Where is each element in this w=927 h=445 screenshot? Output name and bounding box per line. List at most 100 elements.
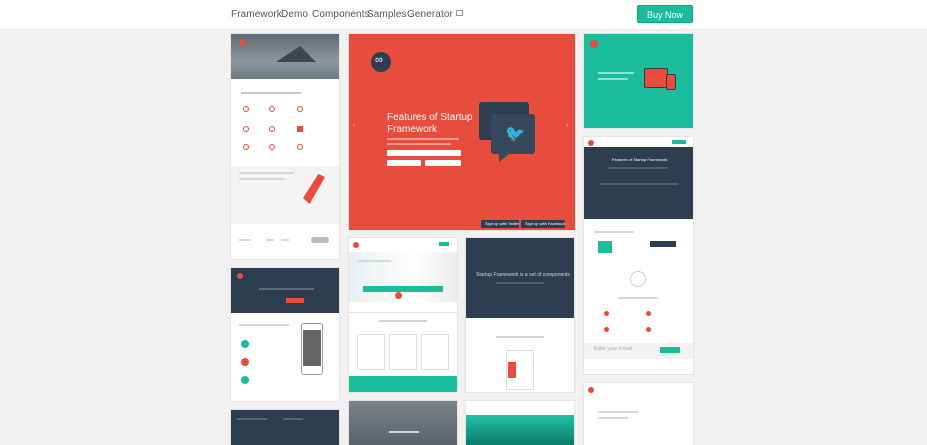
text-line (259, 288, 314, 290)
password-field (387, 160, 421, 166)
hero-sample-thumbnail[interactable]: ∞ Features of Startup Framework 🐦 ‹ › Si… (349, 34, 575, 230)
name-field (387, 150, 461, 156)
nav-link-framework[interactable]: Framework (231, 9, 282, 20)
carousel-next-icon[interactable]: › (566, 122, 568, 129)
sample-thumbnail-7[interactable] (466, 401, 574, 445)
device-screen (508, 362, 516, 378)
phone-screen (303, 330, 321, 366)
globe-icon (630, 271, 646, 287)
text-line (608, 167, 668, 169)
text-line (387, 143, 451, 145)
hero-title-line2: Framework (387, 124, 438, 135)
dark-hero (466, 238, 574, 318)
thumbnail-title: Startup Framework is a set of components (476, 272, 570, 278)
external-link-icon (455, 10, 463, 16)
logo-icon: ∞ (371, 52, 391, 72)
text-line (598, 417, 628, 419)
email-placeholder: Enter your e-mail (594, 346, 633, 352)
feature-icon (297, 126, 303, 132)
phone-icon (666, 74, 676, 90)
nav-button (439, 242, 449, 246)
hero-title-line1: Features of Startup (387, 112, 473, 123)
text-line (594, 231, 634, 233)
text-line (239, 178, 284, 180)
logo-icon (239, 39, 246, 46)
sample-thumbnail-2[interactable] (231, 268, 339, 401)
sample-thumbnail-8[interactable] (584, 34, 693, 128)
signup-bar (363, 286, 443, 292)
text-line (618, 297, 658, 299)
top-navigation-bar: Framework Demo Components Samples Genera… (0, 0, 927, 30)
illustration-icon (598, 241, 612, 253)
text-line (239, 239, 251, 241)
feature-icon (269, 126, 275, 132)
feature-icon (243, 144, 249, 150)
text-line (281, 239, 289, 241)
text-line (387, 138, 459, 140)
sample-thumbnail-9[interactable]: Features of Startup Framework Enter your… (584, 137, 693, 374)
toggle-icon (311, 237, 329, 243)
facebook-signup-label: Sign up with Facebook (525, 221, 566, 226)
logo-icon (588, 387, 594, 393)
pricing-column (389, 334, 417, 370)
facebook-signup-button[interactable]: Sign up with Facebook (521, 220, 565, 228)
tablet-icon (644, 68, 668, 88)
text-line (600, 183, 678, 185)
feature-icon (297, 144, 303, 150)
logo-icon (237, 273, 243, 279)
sample-thumbnail-1[interactable] (231, 34, 339, 259)
sample-thumbnail-3[interactable] (231, 410, 339, 445)
feature-icon (241, 340, 249, 348)
text-line (266, 239, 274, 241)
carousel-prev-icon[interactable]: ‹ (353, 122, 355, 129)
nav-link-demo[interactable]: Demo (281, 9, 308, 20)
sample-thumbnail-4[interactable] (349, 238, 457, 392)
speech-bubble-front: 🐦 (491, 114, 535, 154)
feature-icon (241, 358, 249, 366)
text-line (496, 336, 544, 338)
twitter-signup-button[interactable]: Sign up with Twitter (481, 220, 520, 228)
pricing-column (357, 334, 385, 370)
nav-link-samples[interactable]: Samples (367, 9, 407, 20)
twitter-signup-label: Sign up with Twitter (485, 221, 520, 226)
ocean-image (466, 415, 574, 445)
logo-icon (588, 140, 594, 146)
text-line (239, 324, 289, 326)
feature-icon (604, 311, 609, 316)
hotspot-icon (395, 292, 402, 299)
sample-thumbnail-5[interactable] (349, 401, 457, 445)
feature-icon (646, 311, 651, 316)
text-line (379, 320, 427, 322)
rocket-section (231, 166, 339, 224)
text-line (237, 418, 267, 420)
feature-icon (269, 106, 275, 112)
feature-icon (269, 144, 275, 150)
nav-link-components[interactable]: Components (312, 9, 370, 20)
sample-thumbnail-10[interactable] (584, 383, 693, 445)
green-footer (349, 376, 457, 392)
text-line (496, 282, 544, 284)
speech-bubble-tail (499, 154, 509, 162)
nav-link-generator[interactable]: Generator (407, 9, 463, 20)
feature-icon (243, 106, 249, 112)
cta-button (286, 298, 304, 303)
text-line (598, 72, 634, 74)
buy-now-button[interactable]: Buy Now (637, 5, 693, 23)
pricing-column (421, 334, 449, 370)
subscribe-button (660, 347, 680, 353)
text-line (598, 78, 628, 80)
feature-icon (297, 106, 303, 112)
infinity-icon: ∞ (375, 54, 383, 66)
nav-link-generator-label: Generator (407, 9, 453, 20)
dark-footer (231, 410, 339, 445)
text-line (239, 172, 294, 174)
divider (349, 312, 457, 313)
photo-header (349, 401, 457, 445)
text-line (357, 260, 391, 262)
sample-thumbnail-6[interactable]: Startup Framework is a set of components (466, 238, 574, 392)
text-line (283, 418, 303, 420)
nav-button (672, 140, 686, 144)
logo-icon (353, 242, 359, 248)
twitter-bird-icon: 🐦 (505, 126, 525, 143)
feature-icon (243, 126, 249, 132)
